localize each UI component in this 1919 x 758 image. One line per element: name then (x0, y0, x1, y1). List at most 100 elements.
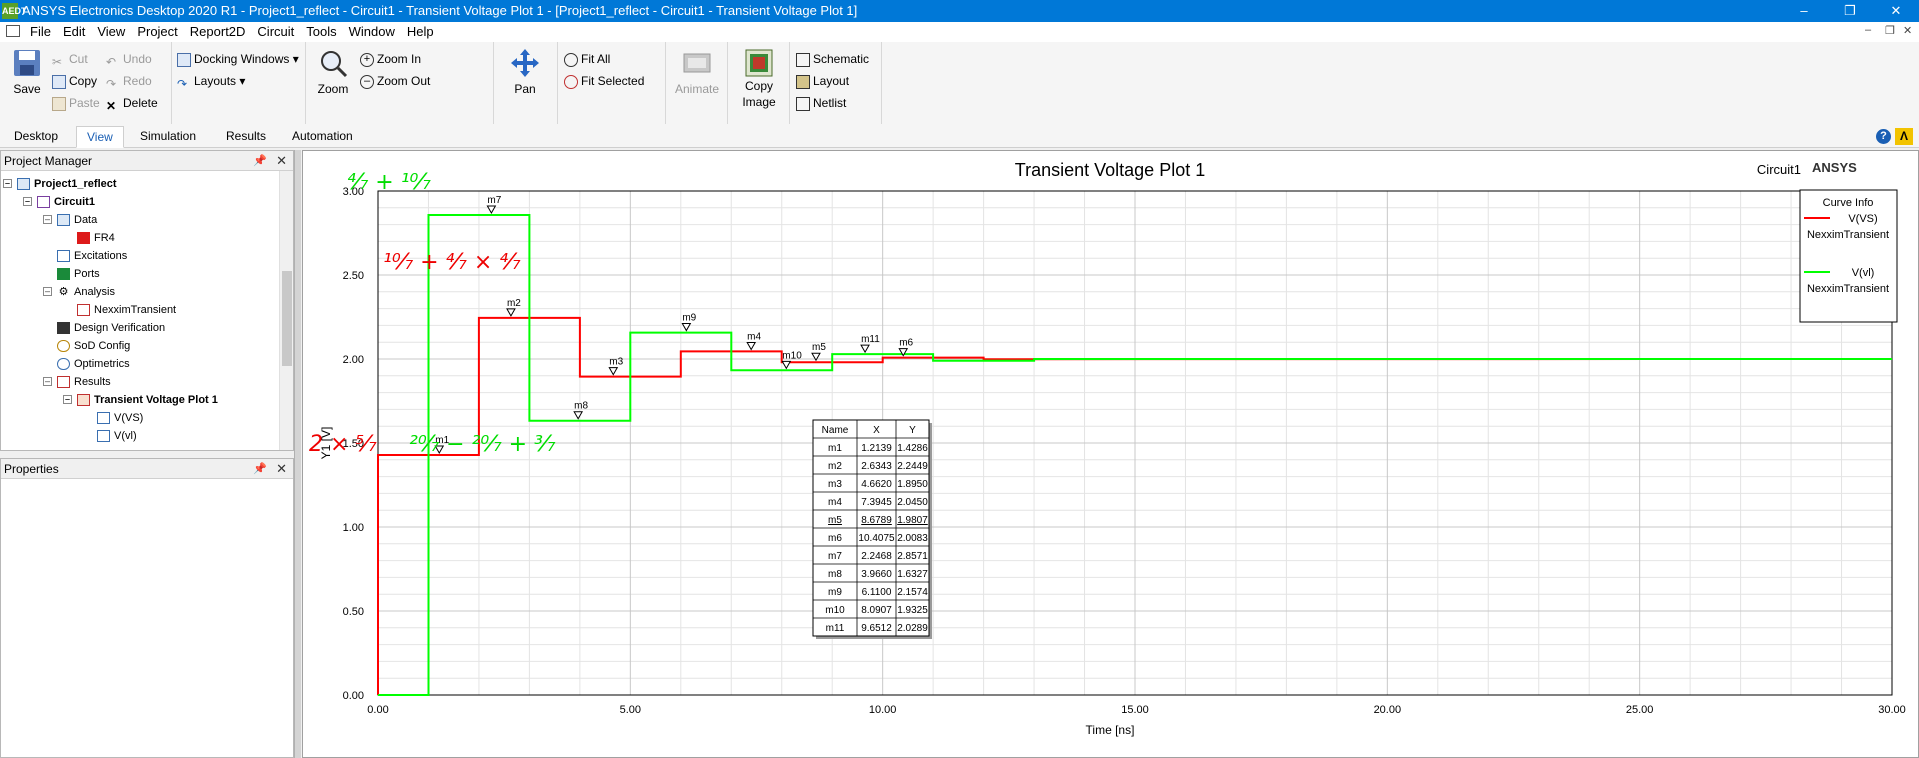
redo-icon: ↷ (106, 76, 117, 91)
save-button[interactable]: Save (8, 48, 46, 96)
tree-transient-voltage-plot[interactable]: – Transient Voltage Plot 1 (63, 391, 218, 409)
system-menu-icon[interactable] (6, 25, 20, 37)
plot-ticks: 0.00 5.00 10.00 15.00 20.00 25.00 30.00 0.00 0.5… (343, 186, 1906, 716)
mdi-minimize-icon[interactable]: – (1865, 24, 1871, 36)
x-tick-label: 10.00 (869, 704, 897, 716)
menu-tools[interactable]: Tools (300, 22, 342, 41)
marker-table-header: X (873, 425, 880, 436)
menu-circuit[interactable]: Circuit (251, 22, 300, 41)
cut-button[interactable]: ✂ Cut (52, 50, 88, 69)
mdi-restore-icon[interactable]: ❐ (1885, 24, 1895, 37)
pan-button[interactable]: Pan (506, 48, 544, 96)
sod-config-icon (57, 340, 70, 353)
mdi-close-icon[interactable]: ✕ (1903, 24, 1912, 37)
tree-trace-vvs[interactable]: V(VS) (97, 409, 143, 427)
tab-desktop[interactable]: Desktop (4, 126, 68, 148)
marker-table-x: 3.9660 (861, 569, 892, 580)
plot-canvas: 0.00 5.00 10.00 15.00 20.00 25.00 30.00 0.00 0.5… (309, 160, 1906, 737)
legend-sub-vvl: NexximTransient (1807, 283, 1889, 295)
menu-edit[interactable]: Edit (57, 22, 91, 41)
menu-report2d[interactable]: Report2D (184, 22, 252, 41)
tree-data[interactable]: – Data (43, 211, 97, 229)
tree-project[interactable]: – Project1_reflect (3, 175, 117, 193)
magnifier-icon (321, 51, 348, 78)
marker-triangle-m7 (486, 205, 497, 215)
layout-button[interactable]: Layout (796, 72, 849, 90)
excitation-icon (57, 250, 70, 263)
scrollbar-thumb[interactable] (282, 271, 292, 366)
marker-table-y: 1.9325 (897, 605, 928, 616)
marker-table-x: 2.2468 (861, 551, 892, 562)
menu-window[interactable]: Window (343, 22, 401, 41)
ribbon-group-edit: Save ✂ Cut Copy Paste ↶ Undo ↷ Redo ✕ Delete (0, 42, 172, 124)
zoom-in-button[interactable]: + Zoom In (360, 50, 421, 68)
copy-image-button[interactable]: Copy Image (734, 48, 784, 110)
curve-info-legend[interactable]: Curve Info V(VS) NexximTransient V(vl) N… (1799, 189, 1898, 323)
marker-label-m9: m9 (682, 313, 696, 324)
pin-icon[interactable]: 📌 (253, 151, 267, 171)
tree-analysis[interactable]: – ⚙ Analysis (43, 283, 115, 301)
ribbon-group-zoom: Zoom + Zoom In – Zoom Out (306, 42, 494, 124)
tree-sod-config[interactable]: SoD Config (57, 337, 130, 355)
layouts-button[interactable]: ↷ Layouts ▾ (177, 72, 245, 91)
project-tree-scrollbar[interactable] (279, 171, 293, 450)
tree-fr4[interactable]: FR4 (77, 229, 115, 247)
marker-table-y: 1.9807 (897, 515, 928, 526)
marker-table-x: 9.6512 (861, 623, 892, 634)
tab-results[interactable]: Results (216, 126, 276, 148)
tree-circuit[interactable]: – Circuit1 (23, 193, 95, 211)
x-tick-label: 30.00 (1878, 704, 1906, 716)
tree-excitations[interactable]: Excitations (57, 247, 127, 265)
marker-triangle-m11 (860, 344, 870, 354)
tab-view[interactable]: View (76, 126, 124, 148)
handwritten-annotation: ²⁰⁄₇ − ²⁰⁄₇ + ³⁄₇ (409, 432, 556, 457)
menu-file[interactable]: File (24, 22, 57, 41)
tab-automation[interactable]: Automation (282, 126, 363, 148)
redo-button[interactable]: ↷ Redo (106, 72, 152, 91)
pin-icon[interactable]: 📌 (253, 459, 267, 479)
fit-selected-button[interactable]: Fit Selected (564, 72, 644, 90)
plot-window: 0.00 5.00 10.00 15.00 20.00 25.00 30.00 0.00 0.5… (302, 150, 1919, 758)
docking-windows-button[interactable]: Docking Windows ▾ (177, 50, 299, 68)
marker-table[interactable]: Name X Ym1 1.2139 1.4286 m2 2.6343 2.2449 m3 4.66… (812, 419, 932, 639)
zoom-out-button[interactable]: – Zoom Out (360, 72, 430, 90)
close-pane-icon[interactable]: ✕ (276, 459, 287, 479)
tree-results[interactable]: – Results (43, 373, 111, 391)
animate-button[interactable]: Animate (672, 48, 722, 96)
tab-simulation[interactable]: Simulation (130, 126, 206, 148)
marker-table-y: 1.6327 (897, 569, 928, 580)
paste-button[interactable]: Paste (52, 94, 100, 112)
ansys-logo-icon: Λ (1895, 128, 1913, 145)
tree-design-verification[interactable]: Design Verification (57, 319, 165, 337)
ansys-brand: ANSYS (1812, 160, 1857, 175)
fit-all-button[interactable]: Fit All (564, 50, 610, 68)
zoom-button[interactable]: Zoom (314, 48, 352, 96)
port-icon (57, 268, 70, 281)
menu-project[interactable]: Project (131, 22, 183, 41)
menu-help[interactable]: Help (401, 22, 440, 41)
restore-icon[interactable]: ❐ (1827, 0, 1873, 22)
marker-table-header: Y (909, 425, 916, 436)
pane-splitter[interactable] (294, 150, 301, 758)
save-icon (14, 50, 40, 76)
help-icon[interactable]: ? (1876, 129, 1891, 144)
tree-optimetrics[interactable]: Optimetrics (57, 355, 130, 373)
netlist-button[interactable]: Netlist (796, 94, 846, 112)
marker-table-y: 1.4286 (897, 443, 928, 454)
delete-button[interactable]: ✕ Delete (106, 94, 158, 113)
scissors-icon: ✂ (52, 54, 63, 69)
close-icon[interactable]: ✕ (1873, 0, 1919, 22)
tree-nexximtransient[interactable]: NexximTransient (77, 301, 176, 319)
menu-view[interactable]: View (91, 22, 131, 41)
copy-button[interactable]: Copy (52, 72, 97, 90)
y-tick-label: 0.50 (343, 606, 364, 618)
marker-table-name: m10 (825, 605, 845, 616)
marker-label-m3: m3 (609, 357, 623, 368)
schematic-button[interactable]: Schematic (796, 50, 869, 68)
tree-trace-vvl[interactable]: V(vl) (97, 427, 137, 445)
marker-table-x: 2.6343 (861, 461, 892, 472)
undo-button[interactable]: ↶ Undo (106, 50, 152, 69)
close-pane-icon[interactable]: ✕ (276, 151, 287, 171)
tree-ports[interactable]: Ports (57, 265, 100, 283)
minimize-icon[interactable]: – (1781, 0, 1827, 22)
